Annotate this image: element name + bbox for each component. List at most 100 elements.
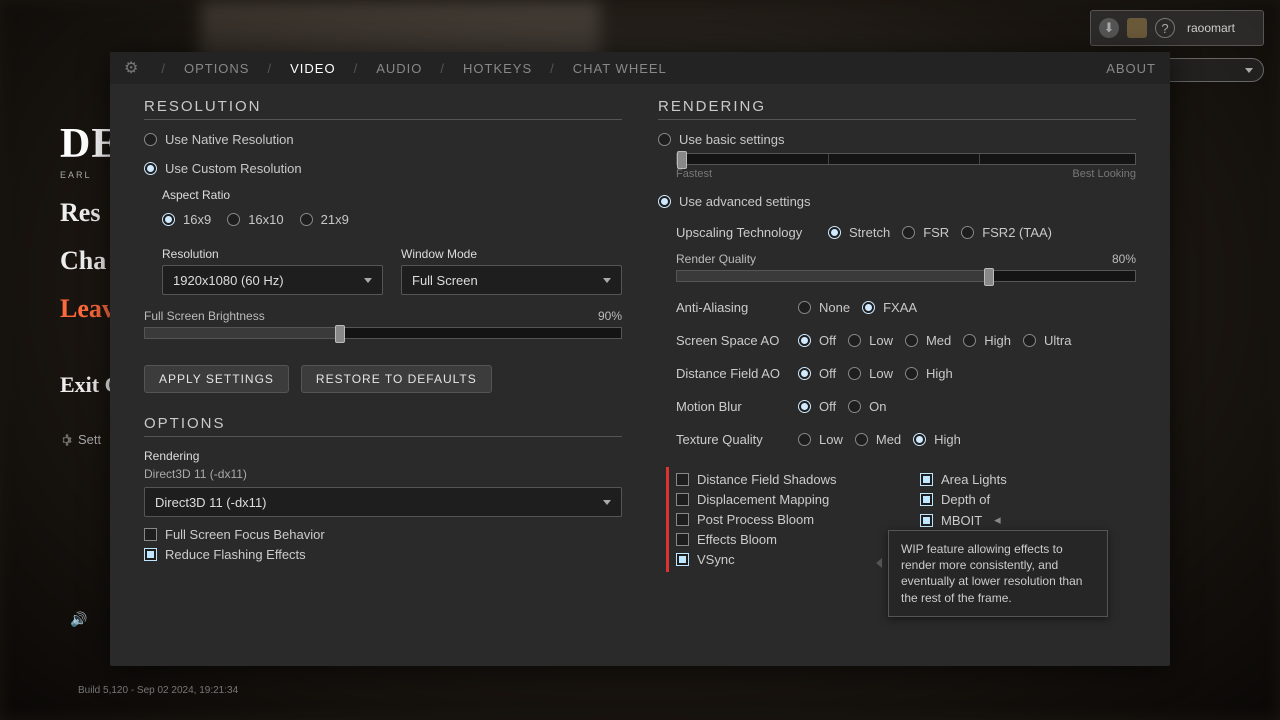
radio-icon: [798, 400, 811, 413]
slider-min-label: Fastest: [676, 168, 712, 180]
aspect-16x9[interactable]: 16x9: [162, 212, 211, 227]
resolution-value: 1920x1080 (60 Hz): [173, 273, 284, 288]
ssao-off[interactable]: Off: [798, 333, 836, 348]
highlight-bar: [666, 467, 669, 572]
upscale-fsr[interactable]: FSR: [902, 225, 949, 240]
aspect-21x9[interactable]: 21x9: [300, 212, 349, 227]
check-distance-field-shadows[interactable]: Distance Field Shadows: [676, 472, 892, 487]
radio-label: Low: [869, 366, 893, 381]
checkbox-label: Area Lights: [941, 472, 1007, 487]
ssao-high[interactable]: High: [963, 333, 1011, 348]
radio-label: Off: [819, 333, 836, 348]
check-vsync[interactable]: VSync: [676, 552, 892, 567]
apply-settings-button[interactable]: APPLY SETTINGS: [144, 365, 289, 393]
radio-advanced-settings[interactable]: Use advanced settings: [658, 194, 1136, 209]
tq-high[interactable]: High: [913, 432, 961, 447]
radio-custom-resolution[interactable]: Use Custom Resolution: [144, 161, 622, 176]
rendering-heading: RENDERING: [658, 98, 1136, 120]
reduce-flashing-checkbox[interactable]: Reduce Flashing Effects: [144, 547, 622, 562]
aa-none[interactable]: None: [798, 300, 850, 315]
radio-label: Stretch: [849, 225, 890, 240]
brightness-value: 90%: [598, 309, 622, 323]
upscale-stretch[interactable]: Stretch: [828, 225, 890, 240]
check-post-process-bloom[interactable]: Post Process Bloom: [676, 512, 892, 527]
radio-label: Med: [876, 432, 901, 447]
dfao-high[interactable]: High: [905, 366, 953, 381]
render-quality-value: 80%: [1112, 252, 1136, 266]
tab-options[interactable]: OPTIONS: [184, 61, 250, 76]
radio-icon: [300, 213, 313, 226]
tab-chatwheel[interactable]: CHAT WHEEL: [573, 61, 667, 76]
radio-icon: [658, 195, 671, 208]
resolution-select[interactable]: 1920x1080 (60 Hz): [162, 265, 383, 295]
tab-audio[interactable]: AUDIO: [376, 61, 422, 76]
dfao-off[interactable]: Off: [798, 366, 836, 381]
gear-icon: ⚙: [124, 58, 139, 78]
radio-icon: [902, 226, 915, 239]
window-mode-select[interactable]: Full Screen: [401, 265, 622, 295]
check-area-lights[interactable]: Area Lights: [920, 472, 1136, 487]
brightness-label: Full Screen Brightness: [144, 309, 265, 323]
radio-label: FSR2 (TAA): [982, 225, 1052, 240]
radio-icon: [862, 301, 875, 314]
radio-label: 21x9: [321, 212, 349, 227]
tab-hotkeys[interactable]: HOTKEYS: [463, 61, 532, 76]
check-displacement-mapping[interactable]: Displacement Mapping: [676, 492, 892, 507]
avatar[interactable]: [1127, 18, 1147, 38]
radio-label: Med: [926, 333, 951, 348]
radio-basic-settings[interactable]: Use basic settings: [658, 132, 1136, 147]
tq-med[interactable]: Med: [855, 432, 901, 447]
fullscreen-focus-checkbox[interactable]: Full Screen Focus Behavior: [144, 527, 622, 542]
tab-video[interactable]: VIDEO: [290, 61, 335, 76]
brightness-slider[interactable]: [144, 327, 622, 339]
checkbox-icon: [676, 553, 689, 566]
radio-label: High: [934, 432, 961, 447]
help-icon[interactable]: ?: [1155, 18, 1175, 38]
resolution-label: Resolution: [162, 247, 383, 261]
aa-label: Anti-Aliasing: [676, 300, 786, 315]
options-heading: OPTIONS: [144, 415, 622, 437]
renderer-select[interactable]: Direct3D 11 (-dx11): [144, 487, 622, 517]
render-quality-slider[interactable]: [676, 270, 1136, 282]
radio-icon: [905, 334, 918, 347]
mb-off[interactable]: Off: [798, 399, 836, 414]
radio-icon: [144, 162, 157, 175]
settings-tabs: ⚙ / OPTIONS / VIDEO / AUDIO / HOTKEYS / …: [110, 52, 1170, 84]
ssao-low[interactable]: Low: [848, 333, 893, 348]
radio-icon: [162, 213, 175, 226]
user-topbar: ⬇ ? raoomart: [1090, 10, 1264, 46]
radio-icon: [144, 133, 157, 146]
radio-native-resolution[interactable]: Use Native Resolution: [144, 132, 622, 147]
check-depth-of-field[interactable]: Depth of: [920, 492, 1136, 507]
checkbox-label: VSync: [697, 552, 735, 567]
window-mode-value: Full Screen: [412, 273, 478, 288]
radio-label: Use basic settings: [679, 132, 785, 147]
mb-on[interactable]: On: [848, 399, 886, 414]
tooltip-pointer: [876, 558, 882, 568]
check-effects-bloom[interactable]: Effects Bloom: [676, 532, 892, 547]
download-icon[interactable]: ⬇: [1099, 18, 1119, 38]
radio-label: Ultra: [1044, 333, 1071, 348]
aspect-16x10[interactable]: 16x10: [227, 212, 283, 227]
restore-defaults-button[interactable]: RESTORE TO DEFAULTS: [301, 365, 492, 393]
tq-low[interactable]: Low: [798, 432, 843, 447]
radio-icon: [658, 133, 671, 146]
aa-fxaa[interactable]: FXAA: [862, 300, 917, 315]
radio-icon: [798, 367, 811, 380]
tab-about[interactable]: ABOUT: [1106, 61, 1156, 76]
ssao-med[interactable]: Med: [905, 333, 951, 348]
radio-label: None: [819, 300, 850, 315]
upscale-fsr2[interactable]: FSR2 (TAA): [961, 225, 1052, 240]
checkbox-label: Depth of: [941, 492, 990, 507]
ssao-ultra[interactable]: Ultra: [1023, 333, 1071, 348]
dfao-low[interactable]: Low: [848, 366, 893, 381]
radio-icon: [855, 433, 868, 446]
checkbox-icon: [144, 548, 157, 561]
basic-quality-slider[interactable]: [676, 153, 1136, 165]
volume-icon[interactable]: 🔊: [70, 611, 87, 628]
check-mboit[interactable]: MBOIT◂: [920, 512, 1136, 528]
radio-label: Use Native Resolution: [165, 132, 294, 147]
checkbox-label: Full Screen Focus Behavior: [165, 527, 325, 542]
radio-icon: [798, 301, 811, 314]
rendering-sub: Direct3D 11 (-dx11): [144, 467, 622, 481]
